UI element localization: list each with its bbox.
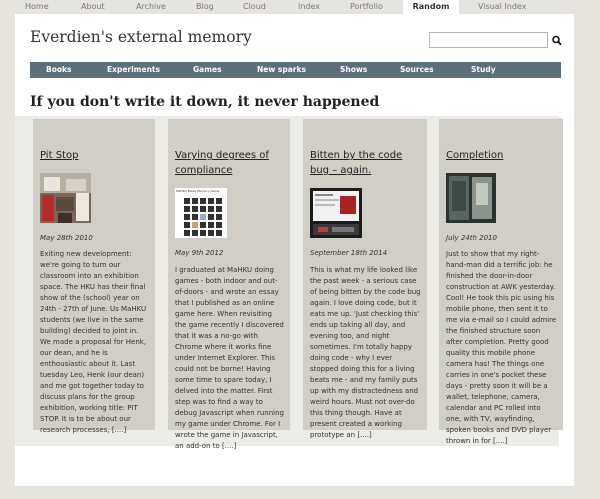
read-more-link[interactable]: [....] [112, 426, 126, 434]
read-more-link[interactable]: [....] [222, 442, 236, 450]
category-sources[interactable]: Sources [400, 62, 434, 78]
post-title[interactable]: Varying degrees of compliance [175, 148, 287, 178]
search-input[interactable] [429, 32, 548, 48]
post-date: May 28th 2010 [40, 234, 93, 242]
top-nav-portfolio[interactable]: Portfolio [350, 0, 383, 14]
post-card: Completion July 24th 2010 Just to show t… [439, 119, 563, 445]
post-card: Bitten by the code bug – again. Septembe… [303, 119, 427, 439]
post-excerpt-text: I graduated at MaHKU doing games - both … [175, 266, 284, 450]
post-title[interactable]: Completion [446, 148, 560, 163]
site-title[interactable]: Everdien's external memory [30, 28, 252, 46]
category-study[interactable]: Study [471, 62, 496, 78]
magnifier-icon[interactable] [551, 33, 563, 47]
read-more-link[interactable]: [....] [493, 437, 507, 445]
post-excerpt: Just to show that my right-hand-man did … [446, 249, 558, 447]
category-experiments[interactable]: Experiments [107, 62, 160, 78]
top-nav-about[interactable]: About [81, 0, 105, 14]
post-date: July 24th 2010 [446, 234, 497, 242]
post-excerpt-text: This is what my life looked like the pas… [310, 266, 421, 439]
post-date: May 9th 2012 [175, 249, 224, 257]
post-excerpt: I graduated at MaHKU doing games - both … [175, 265, 285, 452]
page-headline: If you don't write it down, it never hap… [30, 94, 380, 110]
category-games[interactable]: Games [193, 62, 222, 78]
post-card: Varying degrees of compliance MaHKU Essa… [168, 119, 290, 450]
post-date: September 18th 2014 [310, 249, 388, 257]
top-nav-index[interactable]: Index [298, 0, 320, 14]
post-thumbnail[interactable]: MaHKU Essay Memory Game [175, 188, 227, 238]
category-navigation: Books Experiments Games New sparks Shows… [30, 62, 561, 78]
post-card: Pit Stop May 28th 2010 Exiting new devel… [33, 119, 155, 434]
post-title[interactable]: Bitten by the code bug – again. [310, 148, 424, 178]
post-excerpt: Exiting new development: we're going to … [40, 249, 150, 436]
post-excerpt-text: Just to show that my right-hand-man did … [446, 250, 557, 445]
category-new-sparks[interactable]: New sparks [257, 62, 306, 78]
top-nav-random[interactable]: Random [403, 0, 459, 14]
top-nav-archive[interactable]: Archive [136, 0, 166, 14]
post-title[interactable]: Pit Stop [40, 148, 152, 163]
top-nav-visual-index[interactable]: Visual Index [478, 0, 526, 14]
post-excerpt: This is what my life looked like the pas… [310, 265, 422, 441]
top-navigation: Home About Archive Blog Cloud Index Port… [0, 0, 600, 14]
post-thumbnail[interactable] [40, 173, 91, 223]
top-nav-blog[interactable]: Blog [196, 0, 214, 14]
top-nav-cloud[interactable]: Cloud [243, 0, 266, 14]
top-nav-home[interactable]: Home [25, 0, 49, 14]
category-books[interactable]: Books [46, 62, 71, 78]
post-thumbnail[interactable] [446, 173, 496, 223]
post-thumbnail[interactable] [310, 188, 362, 238]
category-shows[interactable]: Shows [340, 62, 367, 78]
post-excerpt-text: Exiting new development: we're going to … [40, 250, 147, 434]
read-more-link[interactable]: [....] [357, 431, 371, 439]
